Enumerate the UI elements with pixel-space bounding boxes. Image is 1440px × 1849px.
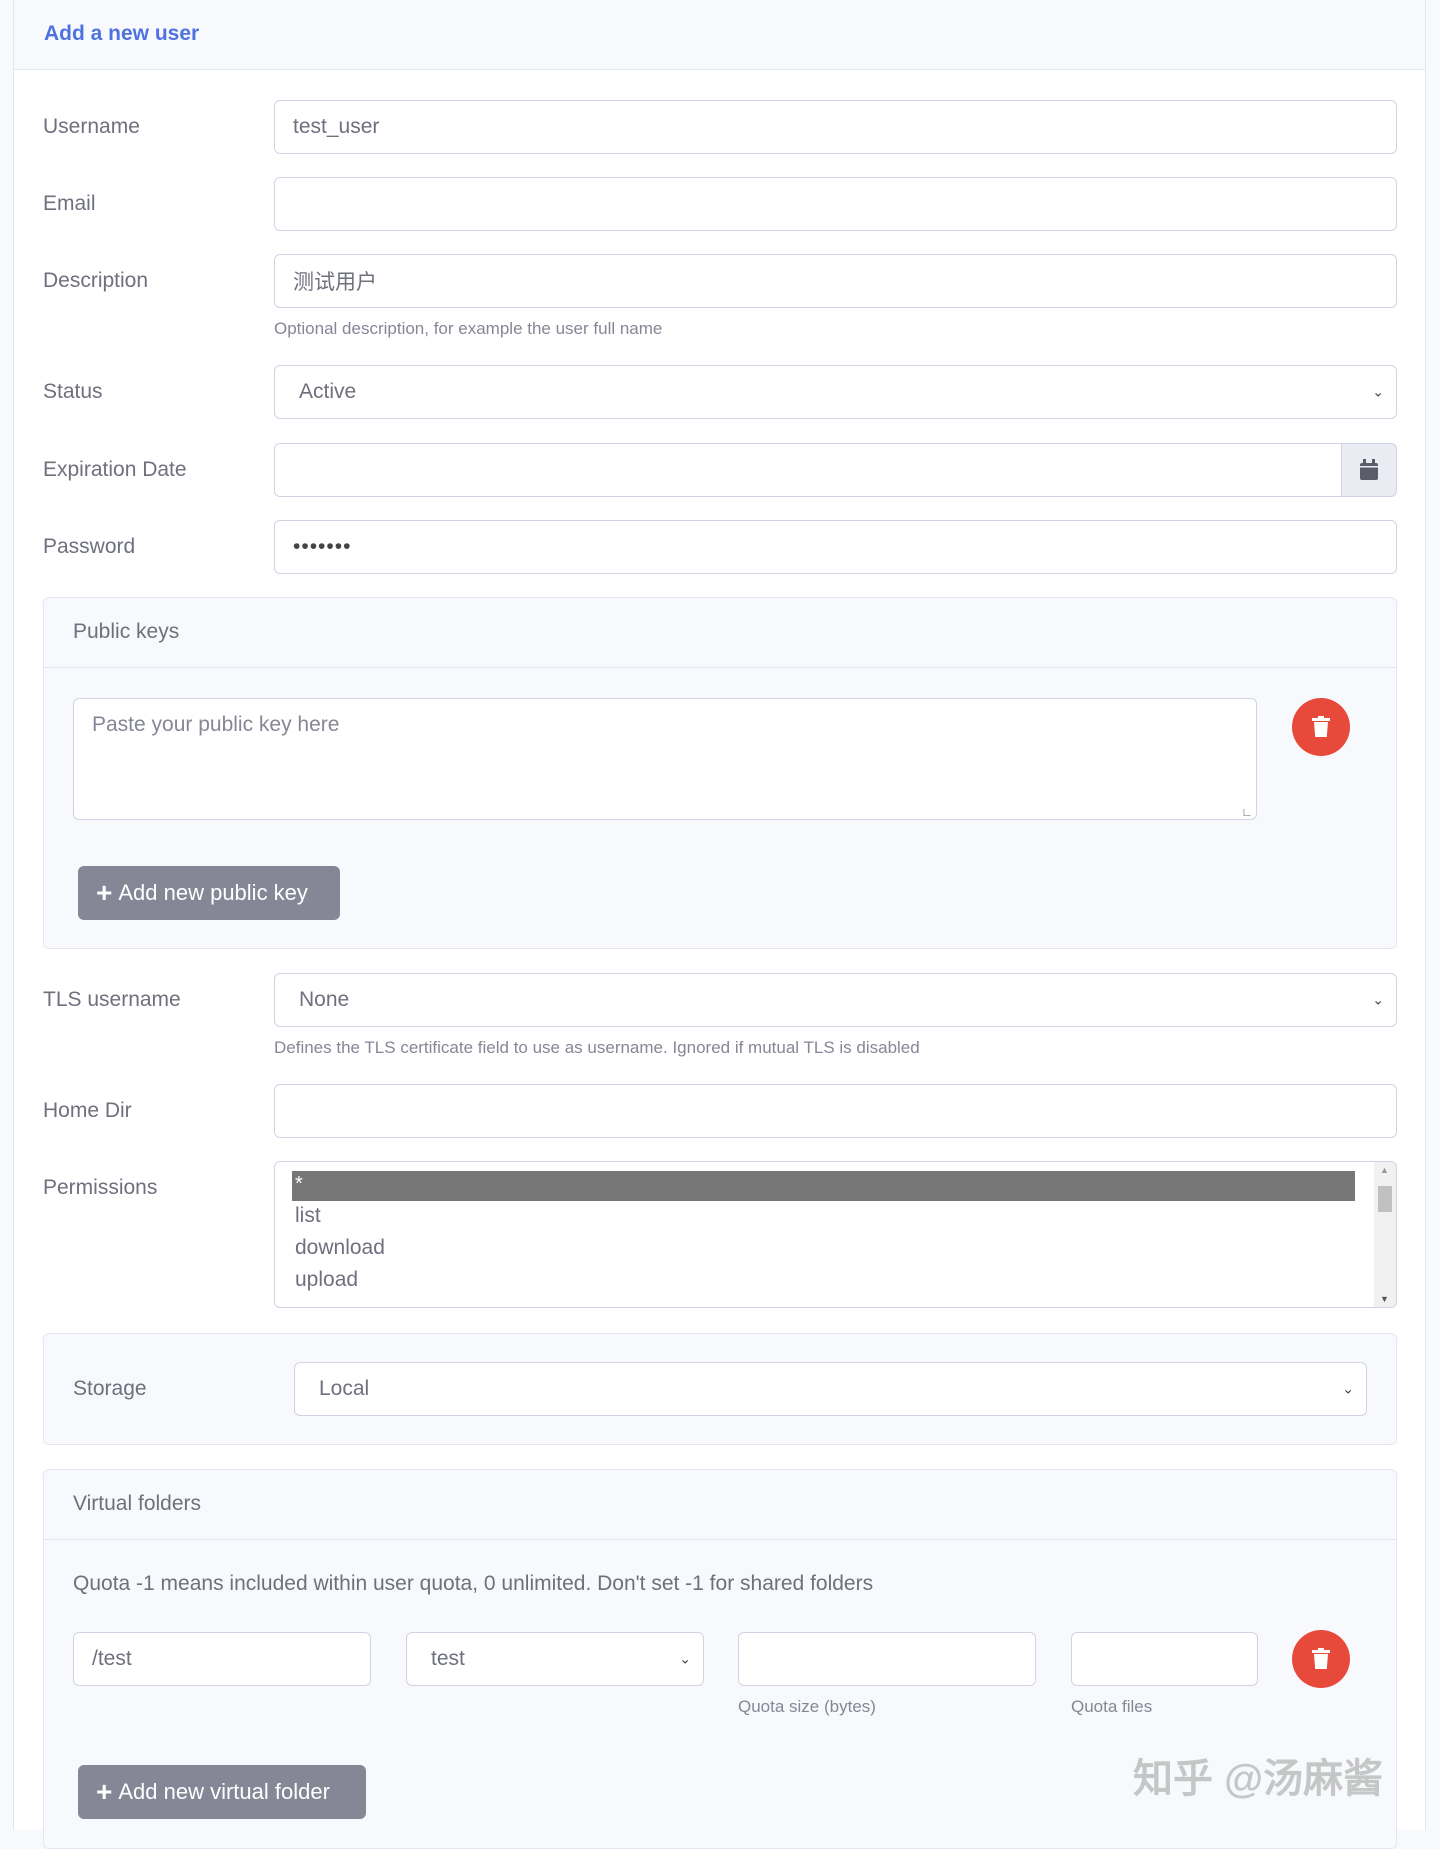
chevron-down-icon: ⌄ xyxy=(679,1650,691,1667)
storage-value: Local xyxy=(319,1377,370,1400)
permission-option-label: list xyxy=(295,1204,321,1227)
storage-card: Storage Local ⌄ xyxy=(43,1333,1397,1445)
chevron-down-icon: ⌄ xyxy=(1372,383,1384,400)
quota-size-input[interactable] xyxy=(738,1632,1036,1686)
tls-username-select[interactable]: None ⌄ xyxy=(274,973,1397,1027)
password-value: ••••••• xyxy=(293,535,352,558)
scrollbar[interactable]: ▲ ▼ xyxy=(1374,1162,1396,1307)
username-input[interactable]: test_user xyxy=(274,100,1397,154)
public-key-placeholder: Paste your public key here xyxy=(92,713,340,736)
permissions-label: Permissions xyxy=(43,1176,158,1199)
scroll-down-icon[interactable]: ▼ xyxy=(1380,1294,1389,1304)
quota-files-label: Quota files xyxy=(1071,1697,1153,1716)
folder-value: test xyxy=(431,1647,465,1670)
delete-public-key-button[interactable] xyxy=(1292,698,1350,756)
virtual-path-value: /test xyxy=(92,1647,132,1670)
permission-option-label: * xyxy=(295,1173,303,1195)
home-dir-label: Home Dir xyxy=(43,1099,132,1122)
public-keys-card: Public keys Paste your public key here ∟ … xyxy=(43,597,1397,949)
folder-select[interactable]: test ⌄ xyxy=(406,1632,704,1686)
permission-option[interactable]: list xyxy=(295,1204,321,1228)
scroll-up-icon[interactable]: ▲ xyxy=(1380,1165,1389,1175)
status-value: Active xyxy=(299,380,357,403)
tls-username-label: TLS username xyxy=(43,988,181,1011)
password-label: Password xyxy=(43,535,136,558)
quota-note: Quota -1 means included within user quot… xyxy=(73,1572,874,1595)
permission-option[interactable]: * xyxy=(292,1171,1355,1201)
virtual-path-input[interactable]: /test xyxy=(73,1632,371,1686)
username-label: Username xyxy=(43,115,140,138)
trash-icon xyxy=(1312,716,1330,737)
username-value: test_user xyxy=(293,115,380,138)
permission-option[interactable]: download xyxy=(295,1236,385,1260)
page-title: Add a new user xyxy=(44,22,200,45)
status-label: Status xyxy=(43,380,103,403)
permission-option[interactable]: upload xyxy=(295,1268,358,1292)
card-header: Add a new user xyxy=(14,0,1425,70)
permission-option-label: upload xyxy=(295,1268,359,1291)
email-label: Email xyxy=(43,192,96,215)
watermark: 知乎 @汤麻酱 xyxy=(1133,1757,1384,1801)
password-input[interactable]: ••••••• xyxy=(274,520,1397,574)
description-value: 测试用户 xyxy=(293,271,377,294)
permissions-listbox[interactable]: * list download upload ▲ ▼ xyxy=(274,1161,1397,1308)
storage-select[interactable]: Local ⌄ xyxy=(294,1362,1367,1416)
add-public-key-button[interactable]: + Add new public key xyxy=(78,866,340,920)
quota-files-input[interactable] xyxy=(1071,1632,1258,1686)
description-help: Optional description, for example the us… xyxy=(274,319,663,338)
description-input[interactable]: 测试用户 xyxy=(274,254,1397,308)
description-label: Description xyxy=(43,269,149,292)
add-virtual-folder-button[interactable]: + Add new virtual folder xyxy=(78,1765,366,1819)
storage-label: Storage xyxy=(73,1377,147,1400)
virtual-folders-header: Virtual folders xyxy=(44,1470,1396,1540)
plus-icon: + xyxy=(96,1776,113,1807)
quota-size-label: Quota size (bytes) xyxy=(738,1697,876,1716)
resize-handle-icon[interactable]: ∟ xyxy=(1241,805,1253,819)
status-select[interactable]: Active ⌄ xyxy=(274,365,1397,419)
chevron-down-icon: ⌄ xyxy=(1372,991,1384,1008)
email-input[interactable] xyxy=(274,177,1397,231)
tls-username-value: None xyxy=(299,988,350,1011)
add-public-key-label: Add new public key xyxy=(118,880,308,905)
tls-username-help: Defines the TLS certificate field to use… xyxy=(274,1038,920,1057)
permission-option-label: download xyxy=(295,1236,385,1259)
calendar-button[interactable] xyxy=(1341,443,1397,497)
public-keys-header: Public keys xyxy=(44,598,1396,668)
expiration-label: Expiration Date xyxy=(43,458,187,481)
calendar-icon xyxy=(1360,459,1378,480)
trash-icon xyxy=(1312,1648,1330,1669)
public-key-textarea[interactable]: Paste your public key here ∟ xyxy=(73,698,1257,820)
add-virtual-folder-label: Add new virtual folder xyxy=(118,1779,330,1804)
scrollbar-thumb[interactable] xyxy=(1378,1186,1392,1212)
expiration-input[interactable] xyxy=(274,443,1342,497)
delete-virtual-folder-button[interactable] xyxy=(1292,1630,1350,1688)
home-dir-input[interactable] xyxy=(274,1084,1397,1138)
plus-icon: + xyxy=(96,877,113,908)
chevron-down-icon: ⌄ xyxy=(1342,1380,1354,1397)
